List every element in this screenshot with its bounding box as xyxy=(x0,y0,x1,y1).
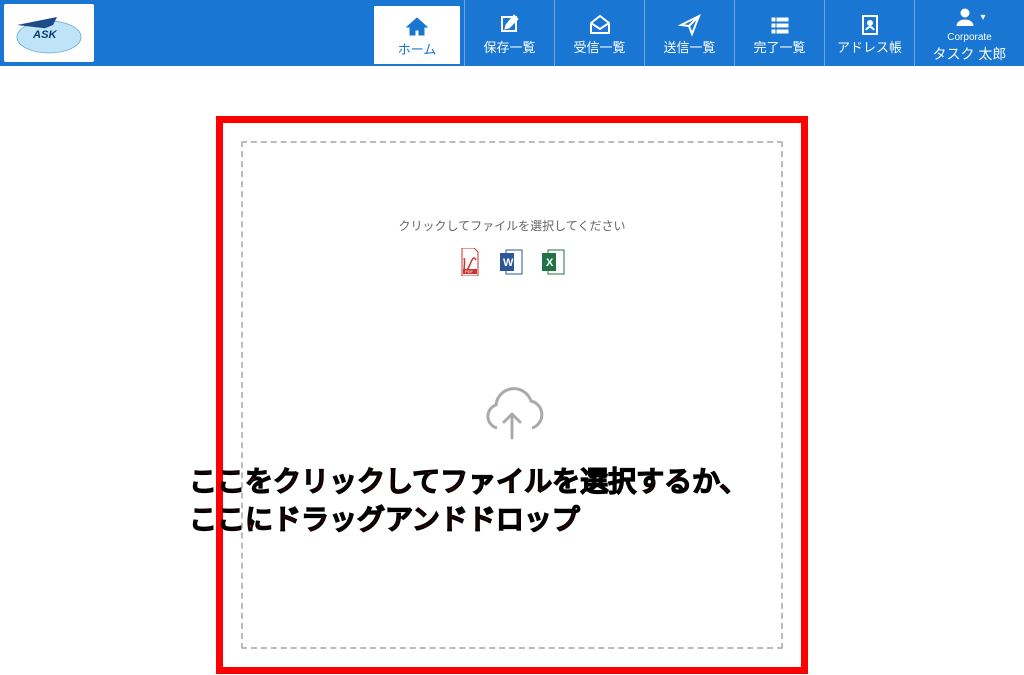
cloud-upload-icon xyxy=(472,386,552,451)
svg-text:W: W xyxy=(503,257,514,269)
nav-home-label: ホーム xyxy=(398,43,437,56)
excel-icon: X xyxy=(542,248,566,276)
nav-user-menu[interactable]: ▾ Corporate タスク 太郎 xyxy=(914,0,1024,66)
nav-inbox[interactable]: 受信一覧 xyxy=(554,0,644,66)
paper-plane-icon xyxy=(678,13,702,37)
file-type-icons: PDF W X xyxy=(458,248,566,276)
nav-inbox-label: 受信一覧 xyxy=(573,41,625,54)
highlight-box: クリックしてファイルを選択してください PDF W X ここをク xyxy=(216,116,808,674)
nav-done[interactable]: 完了一覧 xyxy=(734,0,824,66)
envelope-open-icon xyxy=(588,13,612,37)
nav-address[interactable]: アドレス帳 xyxy=(824,0,914,66)
main: クリックしてファイルを選択してください PDF W X ここをク xyxy=(0,66,1024,674)
home-icon xyxy=(405,15,429,39)
nav-address-label: アドレス帳 xyxy=(837,41,902,54)
nav-sent[interactable]: 送信一覧 xyxy=(644,0,734,66)
header: ASK ホーム 保存一覧 受信一覧 送信一覧 xyxy=(0,0,1024,66)
edit-icon xyxy=(498,13,522,37)
address-book-icon xyxy=(858,13,882,37)
nav-saved-label: 保存一覧 xyxy=(483,41,535,54)
pdf-icon: PDF xyxy=(458,248,482,276)
user-sub: Corporate xyxy=(947,33,991,43)
dropzone-hint: クリックしてファイルを選択してください xyxy=(399,217,626,234)
user-icon xyxy=(953,5,977,29)
top-nav: ホーム 保存一覧 受信一覧 送信一覧 完了一覧 xyxy=(370,0,1024,66)
word-icon: W xyxy=(500,248,524,276)
chevron-down-icon: ▾ xyxy=(980,12,985,23)
logo[interactable]: ASK xyxy=(4,4,94,62)
nav-sent-label: 送信一覧 xyxy=(663,41,715,54)
nav-home[interactable]: ホーム xyxy=(372,4,462,66)
svg-text:PDF: PDF xyxy=(465,269,474,274)
svg-text:ASK: ASK xyxy=(32,29,58,41)
list-icon xyxy=(768,13,792,37)
nav-done-label: 完了一覧 xyxy=(753,41,805,54)
user-name: タスク 太郎 xyxy=(933,47,1007,61)
nav-saved[interactable]: 保存一覧 xyxy=(464,0,554,66)
svg-text:X: X xyxy=(546,257,554,269)
file-dropzone[interactable]: クリックしてファイルを選択してください PDF W X xyxy=(241,141,783,649)
